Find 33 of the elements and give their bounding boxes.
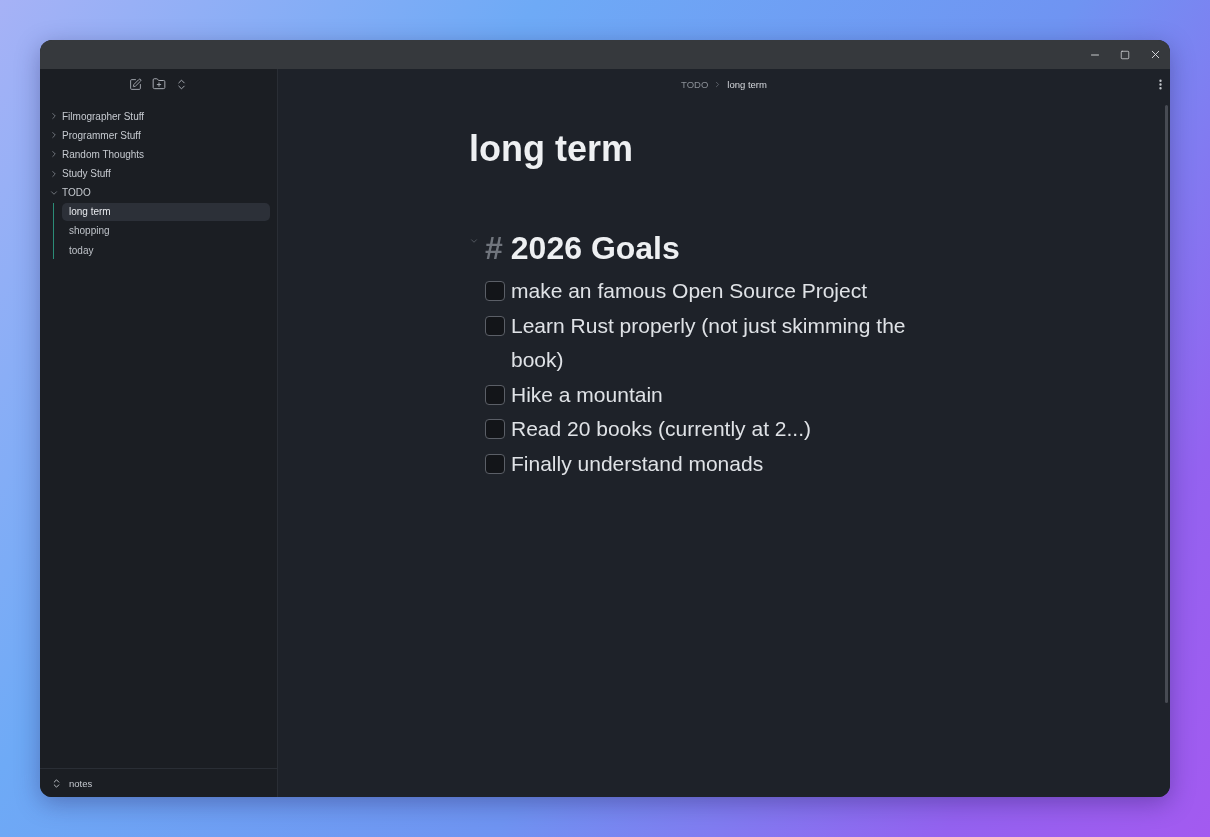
folder-plus-icon [151,77,166,91]
maximize-icon [1120,49,1130,60]
file-item[interactable]: shopping [62,222,270,240]
pencil-square-icon [129,77,142,91]
vault-switcher[interactable]: notes [51,777,93,789]
chevrons-up-down-icon [51,777,62,789]
folder-item[interactable]: Filmographer Stuff [47,107,270,126]
chevron-down-icon[interactable] [469,236,479,246]
task-text: Finally understand monads [511,450,764,477]
breadcrumb-link[interactable]: TODO [681,78,709,90]
chevrons-up-down-icon [175,77,188,91]
new-folder-button[interactable] [151,76,166,92]
task-checkbox[interactable] [485,453,505,474]
note-title: long term [469,127,633,171]
task-text: make an famous Open Source Project [511,278,867,304]
folder-item[interactable]: Random Thoughts [47,145,270,164]
task-checkbox[interactable] [485,384,505,405]
heading-text: 2026 Goals [510,229,680,267]
task-text: Read 20 books (currently at 2...) [511,416,811,442]
task-text: Learn Rust properly (not just skimming the book) [511,312,907,373]
file-item[interactable]: today [62,241,270,260]
task-text: Hike a mountain [511,381,663,408]
task-checkbox[interactable] [485,315,505,336]
folder-item[interactable]: Programmer Stuff [47,126,270,145]
heading-marker: # [485,229,503,267]
file-item[interactable]: long term [62,202,270,221]
folder-item[interactable]: Study Stuff [47,164,270,183]
breadcrumb-link[interactable]: long term [727,78,767,90]
folder-item[interactable]: TODO [47,183,270,202]
task-checkbox[interactable] [485,281,505,301]
scrollbar-thumb[interactable] [1165,105,1168,703]
new-note-button[interactable] [128,76,143,92]
task-checkbox[interactable] [485,419,505,439]
